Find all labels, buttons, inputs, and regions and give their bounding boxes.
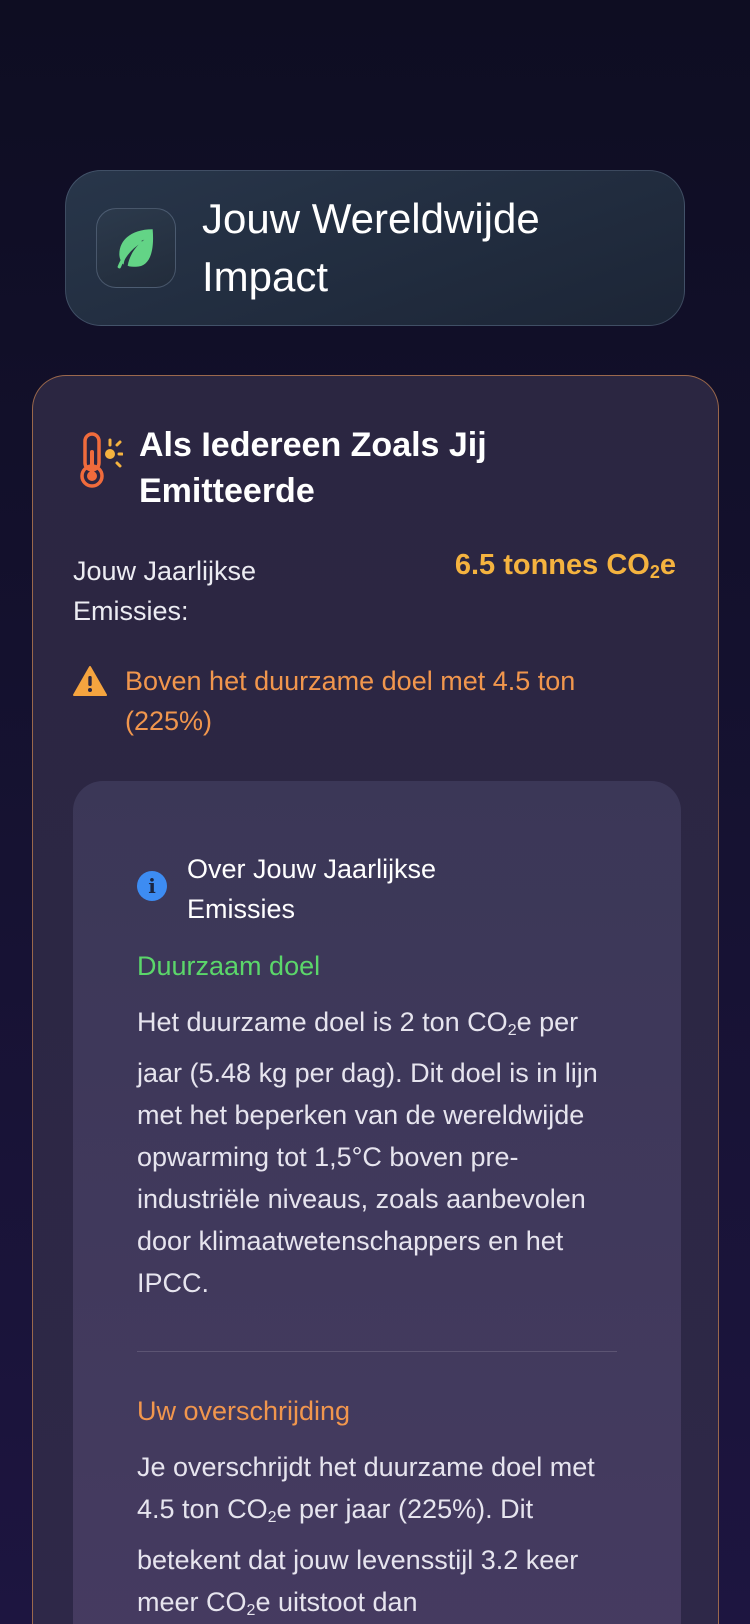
section-title-exceedance: Uw overschrijding [137,1396,351,1426]
emissions-card: Als Iedereen Zoals Jij Emitteerde Jouw J… [32,375,719,1624]
target-warning: Boven het duurzame doel met 4.5 ton (225… [73,661,645,741]
section-body-exceedance: Je overschrijdt het duurzame doel met 4.… [137,1452,595,1619]
emissions-label: Jouw Jaarlijkse Emissies: [73,556,257,626]
screen: Jouw Wereldwijde Impact Als Iedereen Zoa… [0,0,750,1624]
section-divider [137,1351,617,1352]
info-header: i Over Jouw Jaarlijkse Emissies [137,849,507,929]
thermometer-sun-icon [80,432,123,488]
warning-icon [73,666,107,696]
info-title: Over Jouw Jaarlijkse Emissies [187,854,437,924]
section-body-sustainable-goal: Het duurzame doel is 2 ton CO2e per jaar… [137,1007,598,1298]
info-panel: i Over Jouw Jaarlijkse Emissies Duurzaam… [73,781,681,1624]
section-title-sustainable-goal: Duurzaam doel [137,951,321,981]
card-title: Als Iedereen Zoals Jij Emitteerde [139,426,487,510]
impact-header-card: Jouw Wereldwijde Impact [65,170,685,326]
warning-text: Boven het duurzame doel met 4.5 ton (225… [125,666,576,736]
page-title: Jouw Wereldwijde Impact [202,195,540,300]
info-icon: i [137,871,167,901]
emissions-value: 6.5 tonnes CO2e [454,549,676,582]
card-header: Als Iedereen Zoals Jij Emitteerde [77,422,559,514]
leaf-icon [96,208,176,288]
